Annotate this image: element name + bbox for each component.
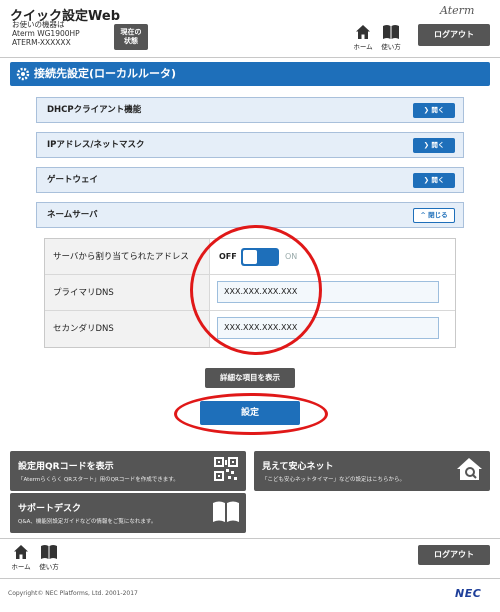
highlight-ring-dns-fields — [190, 225, 322, 355]
close-button-label: 閉じる — [428, 211, 448, 219]
open-button-label: 開く — [431, 141, 445, 149]
book-icon — [41, 545, 57, 559]
home-nav-label: ホーム — [353, 43, 373, 51]
highlight-ring-submit — [174, 393, 328, 435]
qr-tile-title: 設定用QRコードを表示 — [18, 462, 114, 472]
copyright: Copyright© NEC Platforms, Ltd. 2001-2017 — [8, 590, 138, 597]
accordion-name-server[interactable]: ネームサーバ ^ 閉じる — [36, 202, 464, 228]
footer-divider-top — [0, 538, 500, 539]
chevron-up-icon: ^ — [420, 211, 429, 219]
show-details-button[interactable]: 詳細な項目を表示 — [205, 368, 295, 388]
auto-assign-label: サーバから割り当てられたアドレス — [45, 239, 210, 274]
manual-nav-label: 使い方 — [381, 43, 401, 51]
current-status-button[interactable]: 現在の 状態 — [114, 24, 148, 50]
secondary-dns-label: セカンダリDNS — [45, 311, 210, 347]
support-tile-title: サポートデスク — [18, 504, 82, 514]
section-title-text: 接続先設定(ローカルルータ) — [34, 67, 177, 80]
footer-manual-label: 使い方 — [39, 563, 59, 571]
qr-code-icon — [214, 457, 238, 481]
home-icon — [14, 545, 28, 559]
qr-tile-desc: 「Atermらくらく QRスタート」用のQRコードを作成できます。 — [18, 477, 179, 483]
footer-home-nav[interactable]: ホーム — [8, 544, 34, 574]
device-info: お使いの機器は Aterm WG1900HP ATERM-XXXXXX — [12, 20, 80, 47]
open-button-label: 開く — [431, 106, 445, 114]
support-desk-tile[interactable]: サポートデスク Q&A、機能別設定ガイドなどの情報をご覧になれます。 — [10, 493, 246, 533]
device-id: ATERM-XXXXXX — [12, 38, 71, 47]
footer-divider-bottom — [0, 578, 500, 579]
home-icon — [356, 25, 370, 39]
qr-code-tile[interactable]: 設定用QRコードを表示 「Atermらくらく QRスタート」用のQRコードを作成… — [10, 451, 246, 491]
gear-icon — [16, 67, 30, 81]
footer-manual-nav[interactable]: 使い方 — [36, 544, 62, 574]
accordion-label: IPアドレス/ネットマスク — [47, 140, 145, 150]
nec-logo: NEC — [455, 587, 482, 600]
footer-home-label: ホーム — [11, 563, 31, 571]
open-button[interactable]: ❯ 開く — [413, 173, 455, 188]
logout-button[interactable]: ログアウト — [418, 24, 490, 46]
primary-dns-label: プライマリDNS — [45, 275, 210, 310]
accordion-label: ゲートウェイ — [47, 175, 99, 185]
mieru-anshin-net-tile[interactable]: 見えて安心ネット 「こども安心ネットタイマー」などの設定はこちらから。 — [254, 451, 490, 491]
aterm-logo: Aterm — [440, 4, 475, 17]
header: クイック設定Web お使いの機器は Aterm WG1900HP ATERM-X… — [0, 0, 500, 58]
accordion-label: ネームサーバ — [47, 210, 98, 220]
open-button-label: 開く — [431, 176, 445, 184]
anshin-tile-desc: 「こども安心ネットタイマー」などの設定はこちらから。 — [262, 477, 406, 483]
accordion-label: DHCPクライアント機能 — [47, 105, 142, 115]
book-icon — [213, 501, 239, 522]
home-search-icon — [457, 458, 482, 480]
book-icon — [383, 25, 399, 39]
device-info-line: お使いの機器は — [12, 20, 65, 29]
accordion-gateway[interactable]: ゲートウェイ ❯ 開く — [36, 167, 464, 193]
status-button-label-2: 状態 — [124, 37, 138, 45]
manual-nav[interactable]: 使い方 — [378, 24, 404, 54]
support-tile-desc: Q&A、機能別設定ガイドなどの情報をご覧になれます。 — [18, 519, 157, 525]
footer-logout-button[interactable]: ログアウト — [418, 545, 490, 565]
anshin-tile-title: 見えて安心ネット — [262, 462, 334, 472]
open-button[interactable]: ❯ 開く — [413, 103, 455, 118]
accordion-ip-netmask[interactable]: IPアドレス/ネットマスク ❯ 開く — [36, 132, 464, 158]
status-button-label-1: 現在の — [120, 28, 142, 36]
home-nav[interactable]: ホーム — [350, 24, 376, 54]
section-title: 接続先設定(ローカルルータ) — [10, 62, 490, 86]
accordion-dhcp-client[interactable]: DHCPクライアント機能 ❯ 開く — [36, 97, 464, 123]
close-button[interactable]: ^ 閉じる — [413, 208, 455, 223]
open-button[interactable]: ❯ 開く — [413, 138, 455, 153]
device-model: Aterm WG1900HP — [12, 29, 80, 38]
